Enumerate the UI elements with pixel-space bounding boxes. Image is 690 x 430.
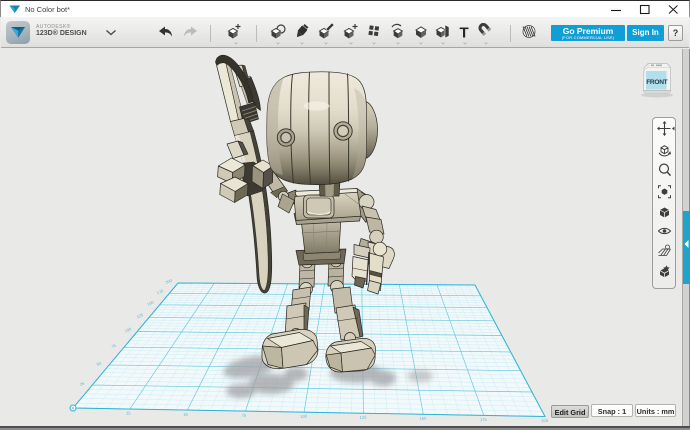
svg-text:25: 25 <box>79 380 86 387</box>
svg-text:100: 100 <box>124 326 133 333</box>
svg-text:200: 200 <box>165 278 174 285</box>
svg-text:200: 200 <box>541 418 549 424</box>
svg-text:50: 50 <box>184 412 190 417</box>
svg-text:125: 125 <box>360 414 368 420</box>
svg-text:100: 100 <box>300 413 308 419</box>
svg-text:25: 25 <box>126 410 132 415</box>
svg-text:175: 175 <box>156 288 165 295</box>
svg-text:150: 150 <box>419 416 427 422</box>
svg-text:75: 75 <box>111 343 118 350</box>
svg-text:125: 125 <box>136 312 145 319</box>
svg-text:FRONT: FRONT <box>646 79 667 86</box>
svg-text:50: 50 <box>96 360 103 367</box>
svg-text:T: T <box>460 25 469 42</box>
svg-text:150: 150 <box>146 299 155 306</box>
svg-text:175: 175 <box>480 417 488 423</box>
svg-text:75: 75 <box>242 413 248 418</box>
